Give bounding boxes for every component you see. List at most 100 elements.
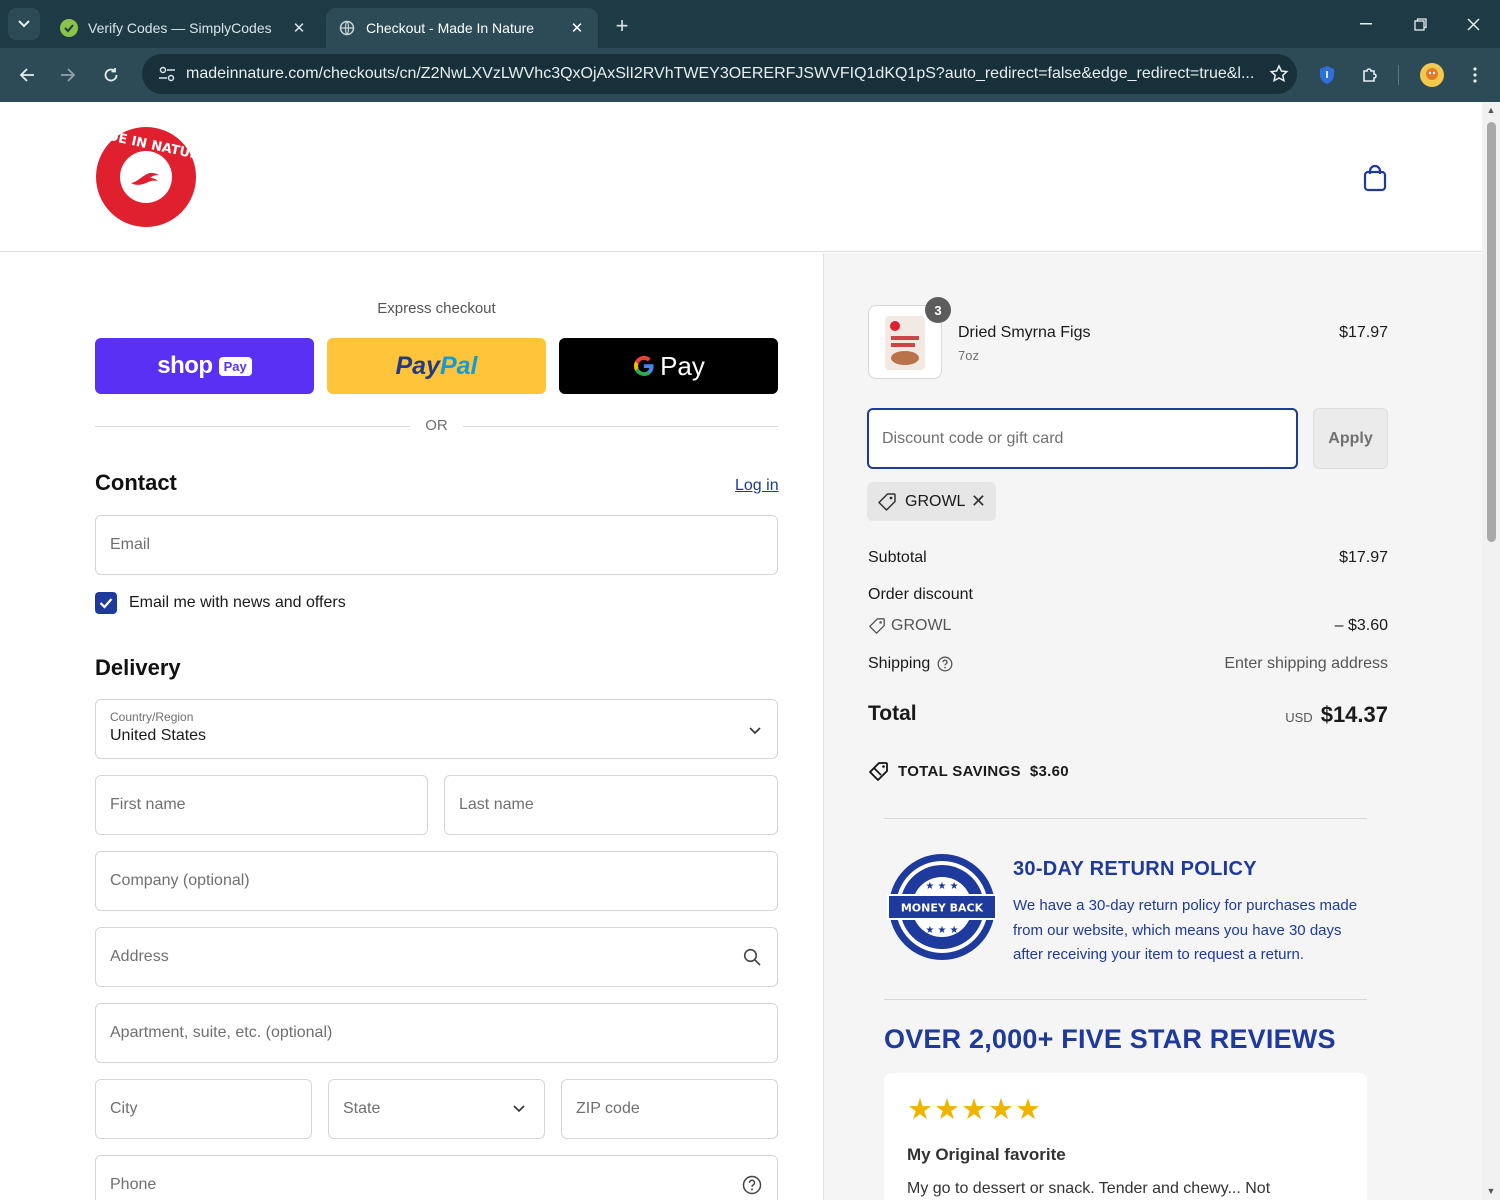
address-placeholder: Address	[110, 948, 169, 965]
express-checkout-label: Express checkout	[377, 300, 496, 317]
tab-checkout[interactable]: Checkout - Made In Nature ✕	[326, 8, 598, 48]
shop-pay-button[interactable]: shop Pay	[95, 338, 314, 394]
money-back-guarantee-badge: MONEY BACK ★ ★ ★ ★ ★ ★	[886, 851, 998, 963]
tag-icon	[877, 491, 899, 513]
extension-shield-button[interactable]	[1312, 60, 1342, 90]
shield-icon	[1320, 66, 1334, 84]
last-name-field[interactable]: Last name	[444, 775, 778, 835]
paypal-button[interactable]: Pay Pal	[327, 338, 546, 394]
browser-menu-button[interactable]	[1460, 60, 1490, 90]
made-in-nature-logo[interactable]: MADE IN NATURE	[84, 124, 210, 228]
reload-icon	[104, 68, 118, 82]
newsletter-option[interactable]: Email me with news and offers	[95, 592, 346, 614]
svg-text:★ ★ ★: ★ ★ ★	[925, 881, 958, 892]
bookmark-star-icon[interactable]	[1261, 64, 1297, 84]
shipping-label-group: Shipping	[868, 655, 953, 673]
checkmark-icon	[99, 598, 113, 609]
scrollbar-thumb[interactable]	[1487, 122, 1496, 542]
contact-title: Contact	[95, 470, 177, 495]
google-pay-label: Pay	[660, 350, 705, 381]
return-policy-text: We have a 30-day return policy for purch…	[1013, 897, 1358, 963]
phone-field[interactable]: Phone	[95, 1155, 778, 1200]
shipping-row: Shipping Enter shipping address	[868, 655, 1388, 673]
minimize-button[interactable]	[1351, 10, 1381, 38]
first-name-placeholder: First name	[110, 796, 186, 813]
chevron-down-icon	[18, 20, 30, 28]
discount-code-label: GROWL	[868, 617, 951, 635]
tag-icon	[869, 618, 885, 634]
paypal-wordmark-pal: Pal	[439, 351, 478, 380]
profile-avatar[interactable]	[1417, 60, 1447, 90]
toolbar-divider	[1398, 65, 1399, 85]
total-amount: $14.37	[1320, 702, 1388, 727]
first-name-field[interactable]: First name	[95, 775, 428, 835]
new-tab-button[interactable]: +	[608, 12, 636, 40]
checkout-page: MADE IN NATURE Express checkout shop Pay…	[0, 102, 1482, 1200]
shop-pay-wordmark: shop	[157, 352, 213, 379]
order-discount-label: Order discount	[868, 586, 973, 603]
newsletter-checkbox[interactable]	[95, 592, 117, 614]
apply-discount-button[interactable]: Apply	[1313, 408, 1388, 469]
city-field[interactable]: City	[95, 1079, 312, 1139]
subtotal-value: $17.97	[1339, 549, 1388, 566]
restore-button[interactable]	[1405, 10, 1435, 38]
browser-chrome: Verify Codes — SimplyCodes ✕ Checkout - …	[0, 0, 1500, 102]
scroll-up-icon[interactable]: ▲	[1486, 105, 1496, 115]
review-title: My Original favorite	[907, 1145, 1066, 1164]
total-row: Total USD $14.37	[868, 702, 1388, 727]
tags-icon	[869, 762, 888, 781]
window-close-button[interactable]	[1458, 10, 1488, 38]
url-text: madeinnature.com/checkouts/cn/Z2NwLXVzLW…	[186, 65, 1255, 82]
minimize-icon	[1360, 23, 1372, 25]
tab-simplycodes[interactable]: Verify Codes — SimplyCodes ✕	[48, 8, 320, 48]
globe-icon	[338, 19, 356, 37]
discount-amount: – $3.60	[1334, 617, 1388, 634]
arrow-right-icon	[61, 68, 76, 82]
page-scrollbar[interactable]: ▲ ▼	[1482, 102, 1500, 1200]
zip-code-field[interactable]: ZIP code	[561, 1079, 778, 1139]
divider-line	[463, 426, 778, 427]
shipping-value: Enter shipping address	[1224, 655, 1388, 672]
reload-button[interactable]	[96, 60, 126, 90]
country-select[interactable]: Country/Region United States	[95, 699, 778, 759]
tab-strip: Verify Codes — SimplyCodes ✕ Checkout - …	[0, 0, 1500, 48]
phone-placeholder: Phone	[110, 1176, 157, 1193]
svg-text:MONEY BACK: MONEY BACK	[901, 902, 984, 915]
return-policy-title: 30-DAY RETURN POLICY	[1013, 858, 1257, 880]
site-settings-icon[interactable]	[154, 61, 180, 87]
discount-placeholder: Discount code or gift card	[882, 429, 1064, 447]
quantity-badge: 3	[925, 297, 951, 323]
log-in-link[interactable]: Log in	[735, 477, 779, 495]
close-icon[interactable]: ✕	[290, 19, 308, 37]
help-circle-icon[interactable]	[937, 656, 953, 672]
remove-code-icon[interactable]: ✕	[971, 491, 986, 512]
address-field[interactable]: Address	[95, 927, 778, 987]
email-field[interactable]: Email	[95, 515, 778, 575]
google-pay-button[interactable]: Pay	[559, 338, 778, 394]
forward-button[interactable]	[53, 60, 83, 90]
divider-line	[95, 426, 410, 427]
simplycodes-icon	[60, 19, 78, 37]
chevron-down-icon	[508, 1098, 530, 1120]
close-icon[interactable]: ✕	[568, 19, 586, 37]
toolbar: madeinnature.com/checkouts/cn/Z2NwLXVzLW…	[0, 48, 1500, 102]
subtotal-row: Subtotal $17.97	[868, 549, 1388, 567]
avatar-icon	[1420, 63, 1444, 87]
back-button[interactable]	[12, 60, 42, 90]
shopping-bag-icon[interactable]	[1362, 164, 1388, 192]
state-select[interactable]: State	[328, 1079, 545, 1139]
apartment-field[interactable]: Apartment, suite, etc. (optional)	[95, 1003, 778, 1063]
restore-icon	[1413, 17, 1427, 31]
scroll-down-icon[interactable]: ▼	[1486, 1186, 1496, 1196]
more-vertical-icon	[1473, 67, 1477, 83]
help-circle-icon[interactable]	[741, 1174, 763, 1196]
company-field[interactable]: Company (optional)	[95, 851, 778, 911]
address-bar[interactable]: madeinnature.com/checkouts/cn/Z2NwLXVzLW…	[142, 54, 1297, 94]
savings-label: TOTAL SAVINGS	[898, 762, 1021, 780]
shipping-label: Shipping	[868, 655, 931, 672]
or-text: OR	[425, 417, 448, 434]
search-icon	[741, 946, 763, 968]
discount-code-field[interactable]: Discount code or gift card	[867, 408, 1298, 469]
extensions-button[interactable]	[1355, 60, 1385, 90]
tab-search-button[interactable]	[8, 8, 40, 40]
